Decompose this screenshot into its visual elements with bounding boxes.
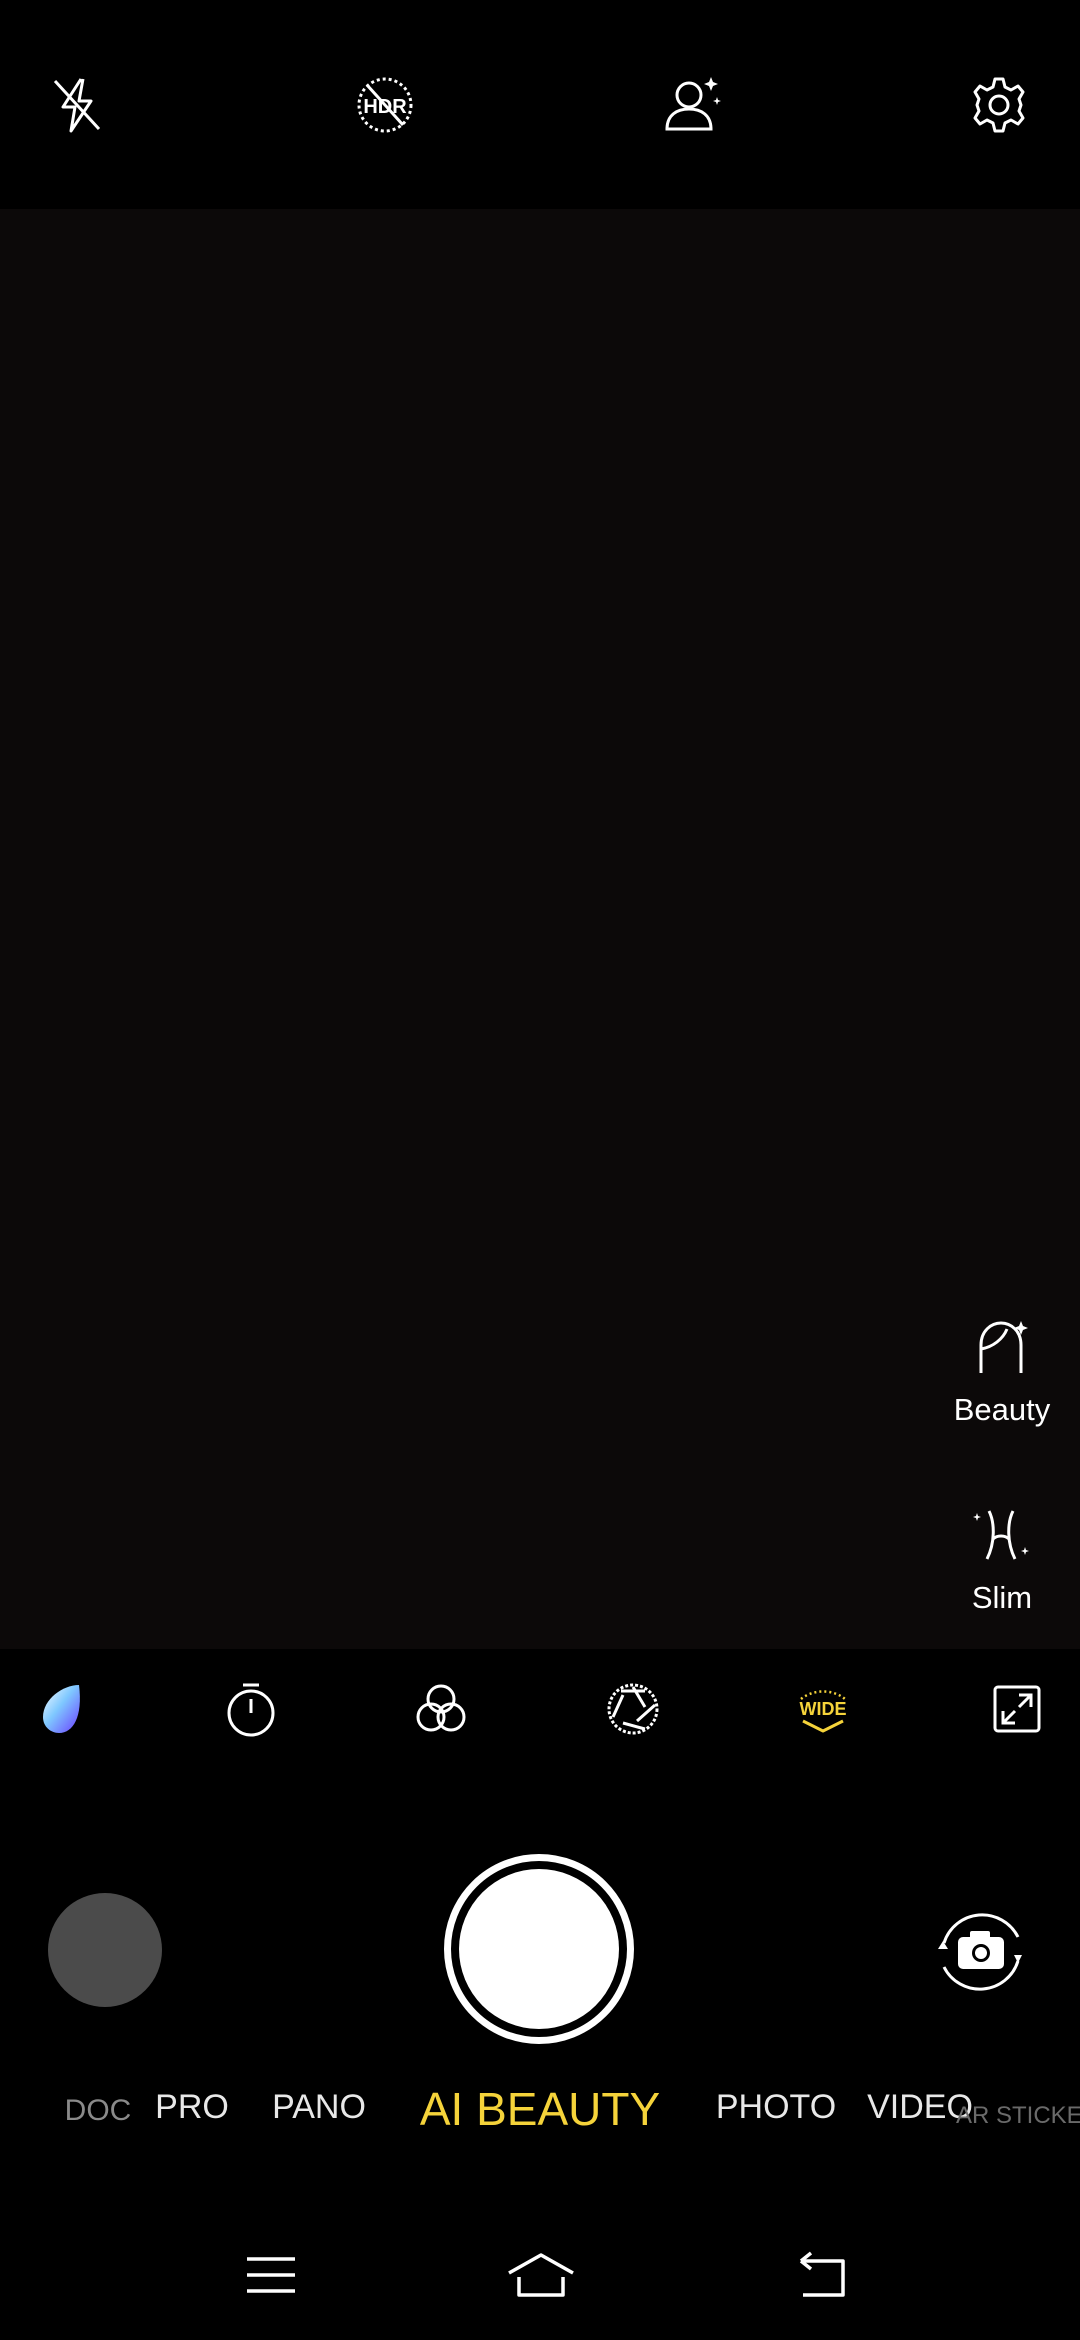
back-icon	[799, 2251, 845, 2297]
shutter-inner	[459, 1869, 619, 2029]
settings-button[interactable]	[954, 60, 1044, 150]
camera-viewfinder[interactable]	[0, 209, 1080, 1649]
filters-button[interactable]	[396, 1664, 486, 1754]
home-button[interactable]	[496, 2230, 586, 2320]
mode-ar-stickers[interactable]: AR STICKERS	[956, 2102, 1080, 2130]
aperture-button[interactable]	[588, 1664, 678, 1754]
back-button[interactable]	[778, 2230, 868, 2320]
switch-camera-icon	[938, 1913, 1022, 1991]
filters-icon	[416, 1684, 466, 1732]
color-effect-button[interactable]	[16, 1664, 106, 1754]
face-beauty-icon	[665, 77, 721, 131]
slim-button[interactable]	[956, 1490, 1046, 1580]
timer-button[interactable]	[206, 1664, 296, 1754]
wide-angle-button[interactable]: WIDE	[778, 1664, 868, 1754]
mode-ai-beauty[interactable]: AI BEAUTY	[420, 2082, 660, 2136]
menu-button[interactable]	[226, 2230, 316, 2320]
gallery-thumbnail[interactable]	[48, 1893, 162, 2007]
wide-text: WIDE	[800, 1699, 847, 1719]
slim-body-icon	[973, 1510, 1029, 1560]
flash-off-icon	[53, 78, 101, 133]
mode-pano[interactable]: PANO	[272, 2088, 366, 2127]
beauty-label: Beauty	[953, 1392, 1051, 1427]
hdr-off-button[interactable]: HDR	[340, 60, 430, 150]
switch-camera-button[interactable]	[926, 1897, 1036, 2007]
slim-label: Slim	[971, 1580, 1033, 1615]
expand-icon	[993, 1685, 1041, 1733]
shutter-button[interactable]	[444, 1854, 634, 2044]
face-beauty-button[interactable]	[648, 60, 738, 150]
expand-button[interactable]	[972, 1664, 1062, 1754]
hdr-off-icon: HDR	[357, 77, 413, 133]
home-icon	[508, 2253, 574, 2297]
beauty-button[interactable]	[956, 1302, 1046, 1392]
menu-icon	[247, 2257, 295, 2293]
mode-photo[interactable]: PHOTO	[716, 2088, 836, 2127]
settings-icon	[973, 77, 1025, 133]
mode-pro[interactable]: PRO	[155, 2088, 229, 2127]
aperture-icon	[607, 1683, 659, 1735]
mode-doc[interactable]: DOC	[65, 2094, 132, 2128]
flash-off-button[interactable]	[32, 60, 122, 150]
wide-angle-icon: WIDE	[800, 1690, 847, 1733]
color-drop-icon	[43, 1685, 80, 1733]
beauty-face-icon	[979, 1321, 1028, 1373]
timer-icon	[227, 1683, 275, 1737]
